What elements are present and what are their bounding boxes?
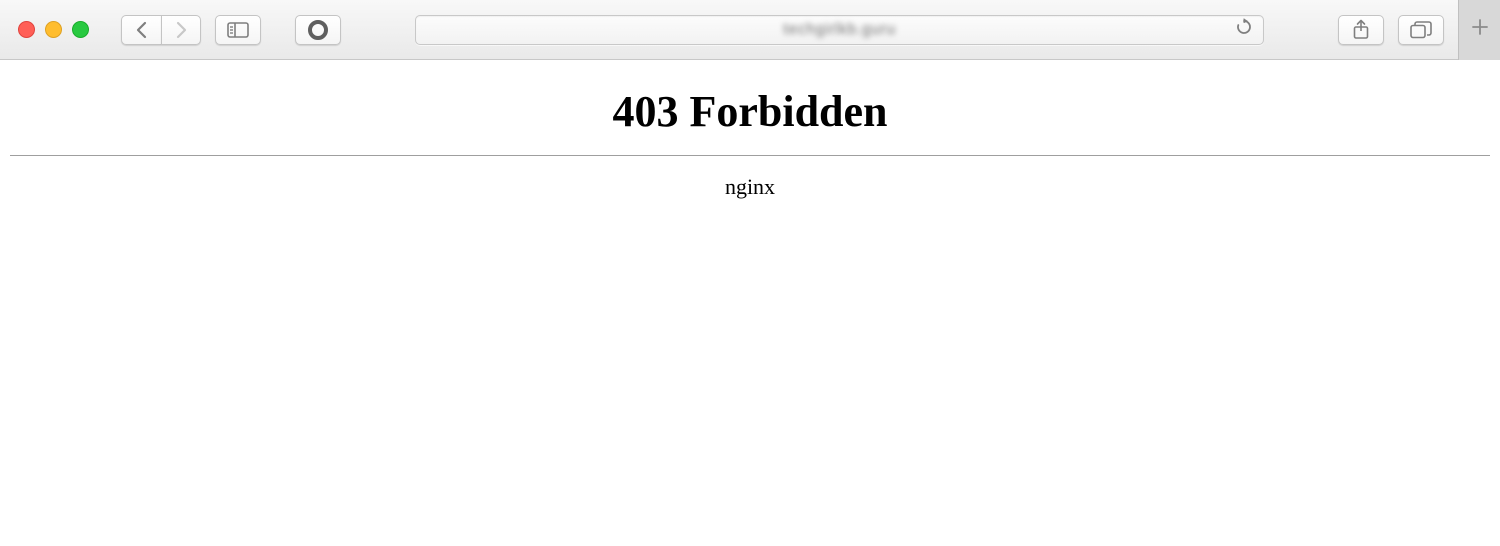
chevron-right-icon <box>174 21 188 39</box>
sidebar-icon <box>227 22 249 38</box>
share-button[interactable] <box>1338 15 1384 45</box>
tabs-button[interactable] <box>1398 15 1444 45</box>
page-content: 403 Forbidden nginx <box>0 60 1500 546</box>
share-icon <box>1352 19 1370 41</box>
forward-button[interactable] <box>161 15 201 45</box>
browser-window: techgirlkb.guru <box>0 0 1500 546</box>
new-tab-button[interactable] <box>1458 0 1500 60</box>
address-bar[interactable]: techgirlkb.guru <box>415 15 1264 45</box>
nav-button-group <box>121 15 201 45</box>
window-controls <box>18 21 89 38</box>
reload-icon <box>1235 18 1253 41</box>
tabs-icon <box>1410 21 1432 39</box>
browser-toolbar: techgirlkb.guru <box>0 0 1500 60</box>
error-heading: 403 Forbidden <box>10 86 1490 137</box>
plus-icon <box>1471 18 1489 41</box>
stop-button[interactable] <box>295 15 341 45</box>
reload-button[interactable] <box>1235 21 1253 39</box>
window-close-button[interactable] <box>18 21 35 38</box>
window-minimize-button[interactable] <box>45 21 62 38</box>
share-tabs-cluster <box>1338 0 1500 59</box>
window-zoom-button[interactable] <box>72 21 89 38</box>
url-text: techgirlkb.guru <box>783 21 895 39</box>
server-name: nginx <box>10 174 1490 200</box>
back-button[interactable] <box>121 15 161 45</box>
divider <box>10 155 1490 156</box>
circle-icon <box>308 20 328 40</box>
chevron-left-icon <box>135 21 149 39</box>
sidebar-toggle-button[interactable] <box>215 15 261 45</box>
